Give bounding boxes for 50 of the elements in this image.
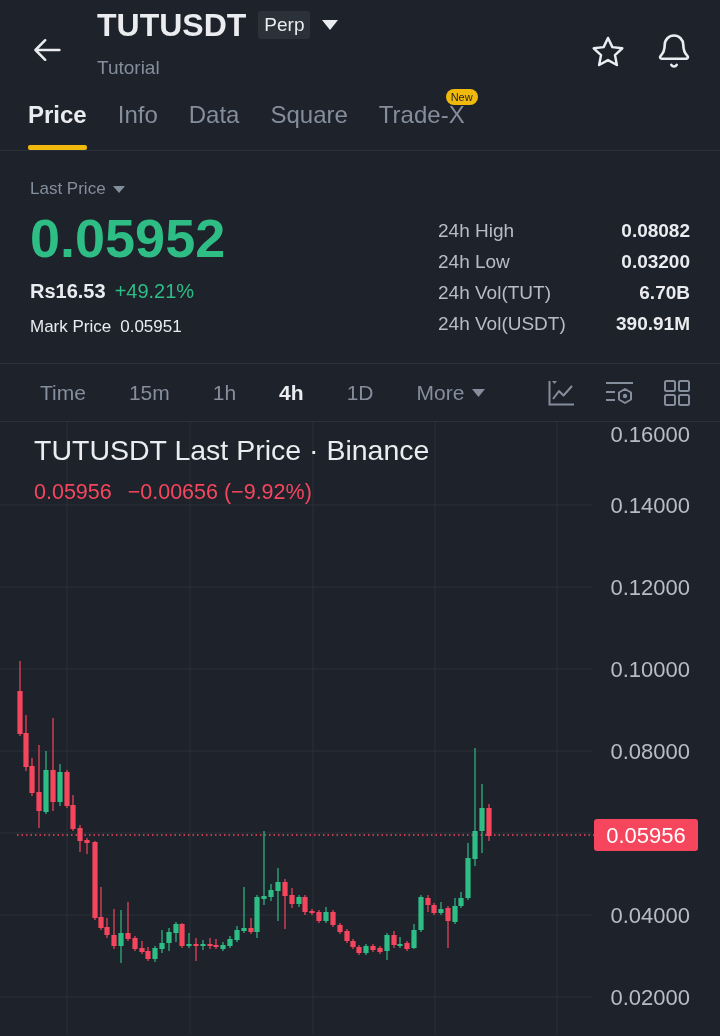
interval-tab[interactable]: 1D [346, 378, 374, 407]
current-price-label: 0.05956 [594, 819, 698, 851]
axis-label: 0.16000 [610, 422, 690, 447]
last-price: 0.05952 [30, 210, 226, 266]
tab[interactable]: Price [28, 88, 87, 150]
star-icon[interactable] [592, 35, 624, 67]
tab[interactable]: Square [270, 88, 348, 150]
bell-icon[interactable] [658, 34, 690, 68]
more-intervals-dropdown[interactable]: More [416, 378, 486, 407]
stat-value: 6.70B [639, 281, 690, 306]
interval-tab[interactable]: Time [40, 378, 86, 407]
axis-label: 0.02000 [610, 984, 690, 1010]
stat-label: 24h Low [438, 250, 510, 275]
tab[interactable]: Info [117, 88, 158, 150]
caret-down-icon [112, 185, 125, 193]
symbol-subtitle: Tutorial [97, 56, 161, 80]
stat-value: 390.91M [616, 312, 690, 337]
tab[interactable]: Trade-X New [378, 88, 478, 150]
stat-value: 0.08082 [621, 219, 690, 244]
symbol-title: TUTUSDT [97, 6, 247, 45]
axis-label: 0.04000 [610, 902, 690, 928]
tab[interactable]: Data [188, 88, 240, 150]
price-change: +49.21% [114, 279, 195, 304]
stat-label: 24h High [438, 219, 515, 244]
fiat-price: Rs16.53 [30, 279, 106, 304]
caret-down-icon [322, 20, 339, 30]
interval-tab[interactable]: 15m [128, 378, 170, 407]
indicator-settings-icon[interactable] [606, 380, 633, 405]
chart-change: −0.00656 (−9.92%) [127, 481, 312, 503]
line-chart-icon[interactable] [548, 379, 575, 406]
mark-price-label: Mark Price [30, 316, 112, 338]
chart-last-value: 0.05956 [34, 481, 112, 503]
chart-title: TUTUSDT Last Price · Binance [34, 435, 430, 465]
caret-down-icon [472, 388, 486, 397]
price-type-dropdown[interactable]: Last Price [30, 178, 125, 200]
stat-label: 24h Vol(USDT) [438, 312, 566, 337]
axis-label: 0.12000 [610, 574, 690, 600]
interval-tab[interactable]: 1h [212, 378, 237, 407]
stat-value: 0.03200 [621, 250, 690, 275]
contract-type-tag: Perp [258, 11, 311, 39]
axis-label: 0.14000 [610, 492, 690, 518]
mark-price-value: 0.05951 [120, 316, 182, 338]
axis-label: 0.10000 [610, 656, 690, 682]
stat-label: 24h Vol(TUT) [438, 281, 551, 306]
interval-tab[interactable]: 4h [279, 378, 304, 407]
axis-label: 0.08000 [610, 738, 690, 764]
grid-icon[interactable] [664, 379, 690, 406]
new-badge: New [445, 89, 478, 105]
back-arrow-icon[interactable] [32, 38, 62, 62]
symbol-dropdown[interactable] [322, 20, 339, 30]
